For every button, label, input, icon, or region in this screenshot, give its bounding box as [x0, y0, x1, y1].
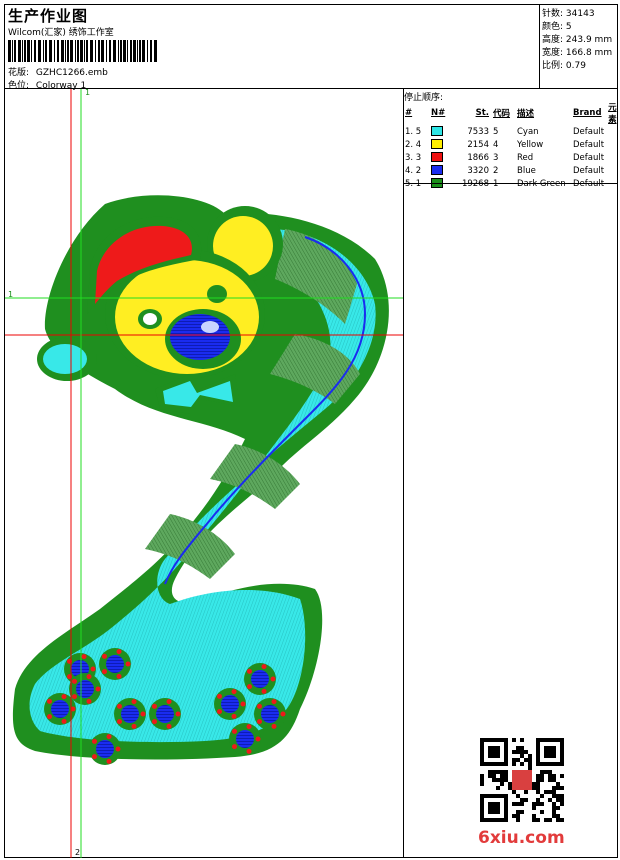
cell-description: Cyan: [517, 126, 539, 137]
stat-label: 高度:: [542, 35, 564, 45]
table-row: 4. 2 3320 2 Blue Default: [403, 164, 620, 177]
cell-brand: Default: [573, 139, 605, 150]
design-filename: GZHC1266.emb: [35, 68, 108, 78]
embroidery-design-canvas: [5, 89, 403, 858]
color-swatch: [431, 152, 443, 163]
cell-index: 3. 3: [405, 152, 422, 163]
cell-code: 4: [493, 139, 499, 150]
stat-label: 针数:: [542, 9, 564, 19]
watermark-logo: 6xiu.com: [478, 828, 565, 848]
cell-brand: Default: [573, 165, 605, 176]
col-index: #: [405, 108, 413, 118]
stop-sequence-table: # N# St. 代码 描述 Brand 元素 1. 5 7533 5 Cyan Def…: [403, 101, 620, 190]
table-bottom-divider: [404, 183, 618, 184]
cell-code: 3: [493, 152, 499, 163]
col-stitches: St.: [475, 108, 489, 118]
cell-index: 1. 5: [405, 126, 422, 137]
stat-value: 166.8 mm: [565, 48, 613, 58]
color-swatch: [431, 126, 443, 137]
cell-stitches: 3320: [467, 165, 489, 176]
table-row: 3. 3 1866 3 Red Default: [403, 151, 620, 164]
cell-element: [606, 151, 620, 164]
cell-code: 2: [493, 165, 499, 176]
header-left: 生产作业图 Wilcom(汇家) 绣饰工作室 花版: GZHC1266.emb …: [6, 5, 538, 91]
col-needle: N#: [431, 108, 446, 118]
table-row: 1. 5 7533 5 Cyan Default: [403, 125, 620, 138]
panel-divider: [403, 88, 404, 858]
guide-mark-left: 1: [8, 290, 14, 299]
stat-width: 宽度: 166.8 mm: [542, 45, 612, 58]
studio-subtitle: Wilcom(汇家) 绣饰工作室: [8, 28, 114, 38]
qr-code-image: [480, 738, 564, 822]
cell-stitches: 2154: [467, 139, 489, 150]
color-swatch: [431, 139, 443, 150]
barcode-image: [8, 40, 157, 62]
design-label: 花版:: [8, 68, 30, 78]
col-element: 元素: [608, 103, 617, 125]
cell-swatch: [429, 151, 459, 164]
cell-stitches: 7533: [467, 126, 489, 137]
cell-stitches: 1866: [467, 152, 489, 163]
cell-brand: Default: [573, 126, 605, 137]
stat-scale: 比例: 0.79: [542, 58, 586, 71]
cell-index: 4. 2: [405, 165, 422, 176]
col-code: 代码: [493, 109, 511, 119]
cell-description: Yellow: [517, 139, 544, 150]
stat-value: 0.79: [565, 61, 586, 71]
col-brand: Brand: [573, 108, 602, 118]
cell-swatch: [429, 138, 459, 151]
cell-swatch: [429, 164, 459, 177]
guide-mark-top: 1: [85, 88, 91, 97]
stat-label: 宽度:: [542, 48, 564, 58]
table-header-row: # N# St. 代码 描述 Brand 元素: [403, 101, 620, 125]
cell-index: 2. 4: [405, 139, 422, 150]
cell-description: Red: [517, 152, 534, 163]
table-row: 2. 4 2154 4 Yellow Default: [403, 138, 620, 151]
cell-element: [606, 125, 620, 138]
stat-value: 34143: [565, 9, 595, 19]
stats-panel: 针数: 34143 颜色: 5 高度: 243.9 mm 宽度: 166.8 m…: [539, 5, 619, 89]
cell-element: [606, 164, 620, 177]
stat-label: 比例:: [542, 61, 564, 71]
page-title: 生产作业图: [8, 7, 89, 25]
stat-height: 高度: 243.9 mm: [542, 32, 612, 45]
cell-brand: Default: [573, 152, 605, 163]
cell-element: [606, 138, 620, 151]
cell-swatch: [429, 125, 459, 138]
design-file-row: 花版: GZHC1266.emb: [8, 65, 108, 78]
color-swatch: [431, 165, 443, 176]
stat-label: 颜色:: [542, 22, 564, 32]
col-description: 描述: [517, 109, 535, 119]
cell-code: 5: [493, 126, 499, 137]
stat-value: 243.9 mm: [565, 35, 613, 45]
stat-stitches: 针数: 34143: [542, 6, 595, 19]
cell-description: Blue: [517, 165, 536, 176]
stat-colors: 颜色: 5: [542, 19, 572, 32]
stat-value: 5: [565, 22, 572, 32]
guide-mark-bottom: 2: [75, 848, 81, 857]
